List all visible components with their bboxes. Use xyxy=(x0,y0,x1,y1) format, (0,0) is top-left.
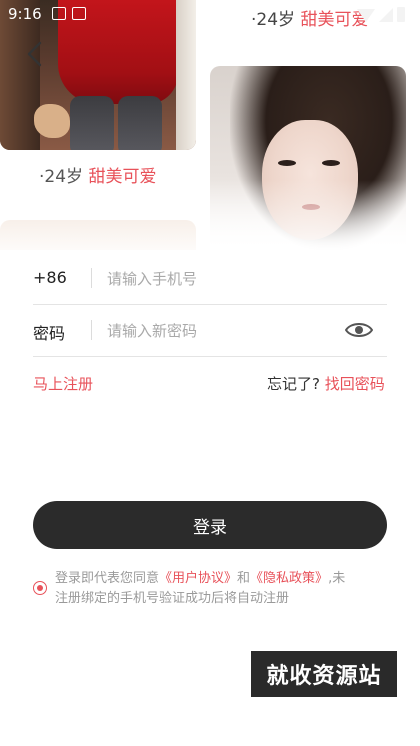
app-notification-icon xyxy=(72,7,86,20)
watermark-logo: 就收资源站 xyxy=(251,651,397,697)
eye-icon[interactable] xyxy=(345,320,373,340)
agreement-radio[interactable] xyxy=(33,581,47,595)
divider xyxy=(91,320,92,340)
divider xyxy=(91,268,92,288)
back-arrow-icon[interactable] xyxy=(24,40,48,68)
privacy-policy-link[interactable]: 《隐私政策》 xyxy=(250,571,328,586)
password-label: 密码 xyxy=(33,324,66,343)
card-left-age: ·24岁 xyxy=(39,167,84,187)
password-row: 密码 xyxy=(33,304,387,357)
status-time: 9:16 xyxy=(8,5,42,23)
card-left-tag: 甜美可爱 xyxy=(88,167,157,187)
profile-card-right[interactable] xyxy=(210,66,406,250)
status-notification-icons xyxy=(52,7,86,20)
card-left-caption: ·24岁 甜美可爱 xyxy=(39,162,156,187)
user-agreement-link[interactable]: 《用户协议》 xyxy=(159,571,237,586)
phone-row: +86 xyxy=(33,252,387,305)
agreement-prefix: 登录即代表您同意 xyxy=(55,571,160,586)
phone-prefix: +86 xyxy=(33,268,67,287)
forgot-password: 忘记了? 找回密码 xyxy=(267,373,385,394)
card-top-age: ·24岁 xyxy=(251,10,296,30)
photo-cards-area: ·24岁 甜美可爱 ·24岁 甜美可爱 9:16 xyxy=(0,0,420,250)
battery-icon xyxy=(397,7,405,22)
forgot-question: 忘记了? xyxy=(267,375,320,393)
register-link[interactable]: 马上注册 xyxy=(33,373,93,394)
agreement-and: 和 xyxy=(237,571,251,586)
recover-password-link[interactable]: 找回密码 xyxy=(325,375,385,393)
signal-icon xyxy=(379,8,393,22)
profile-card-faded xyxy=(0,220,196,250)
card-top-caption: ·24岁 甜美可爱 xyxy=(251,5,368,30)
status-system-icons xyxy=(357,7,405,22)
password-input[interactable] xyxy=(105,316,339,346)
login-button[interactable]: 登录 xyxy=(33,501,387,549)
image-icon xyxy=(52,7,66,20)
agreement-text: 登录即代表您同意《用户协议》和《隐私政策》,未注册绑定的手机号验证成功后将自动注… xyxy=(55,569,355,609)
wifi-icon xyxy=(357,9,375,22)
phone-input[interactable] xyxy=(105,264,339,294)
